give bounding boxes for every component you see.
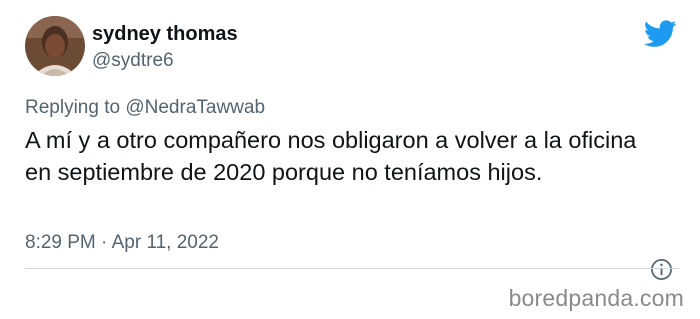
tweet-card: sydney thomas @sydtre6 Replying to @Nedr… xyxy=(0,0,700,280)
boredpanda-watermark: boredpanda.com xyxy=(508,285,684,311)
info-icon[interactable] xyxy=(650,258,673,281)
reply-context: Replying to @NedraTawwab xyxy=(25,97,265,119)
user-handle[interactable]: @sydtre6 xyxy=(92,50,174,72)
avatar[interactable] xyxy=(25,16,85,76)
card-divider xyxy=(25,268,679,269)
display-name[interactable]: sydney thomas xyxy=(92,23,238,46)
tweet-text: A mí y a otro compañero nos obligaron a … xyxy=(25,127,637,185)
tweet-timestamp[interactable]: 8:29 PM · Apr 11, 2022 xyxy=(25,232,219,254)
twitter-bird-icon[interactable] xyxy=(644,20,677,48)
avatar-photo xyxy=(25,16,85,76)
reply-prefix: Replying to xyxy=(25,97,121,118)
reply-mention-link[interactable]: @NedraTawwab xyxy=(125,97,265,118)
